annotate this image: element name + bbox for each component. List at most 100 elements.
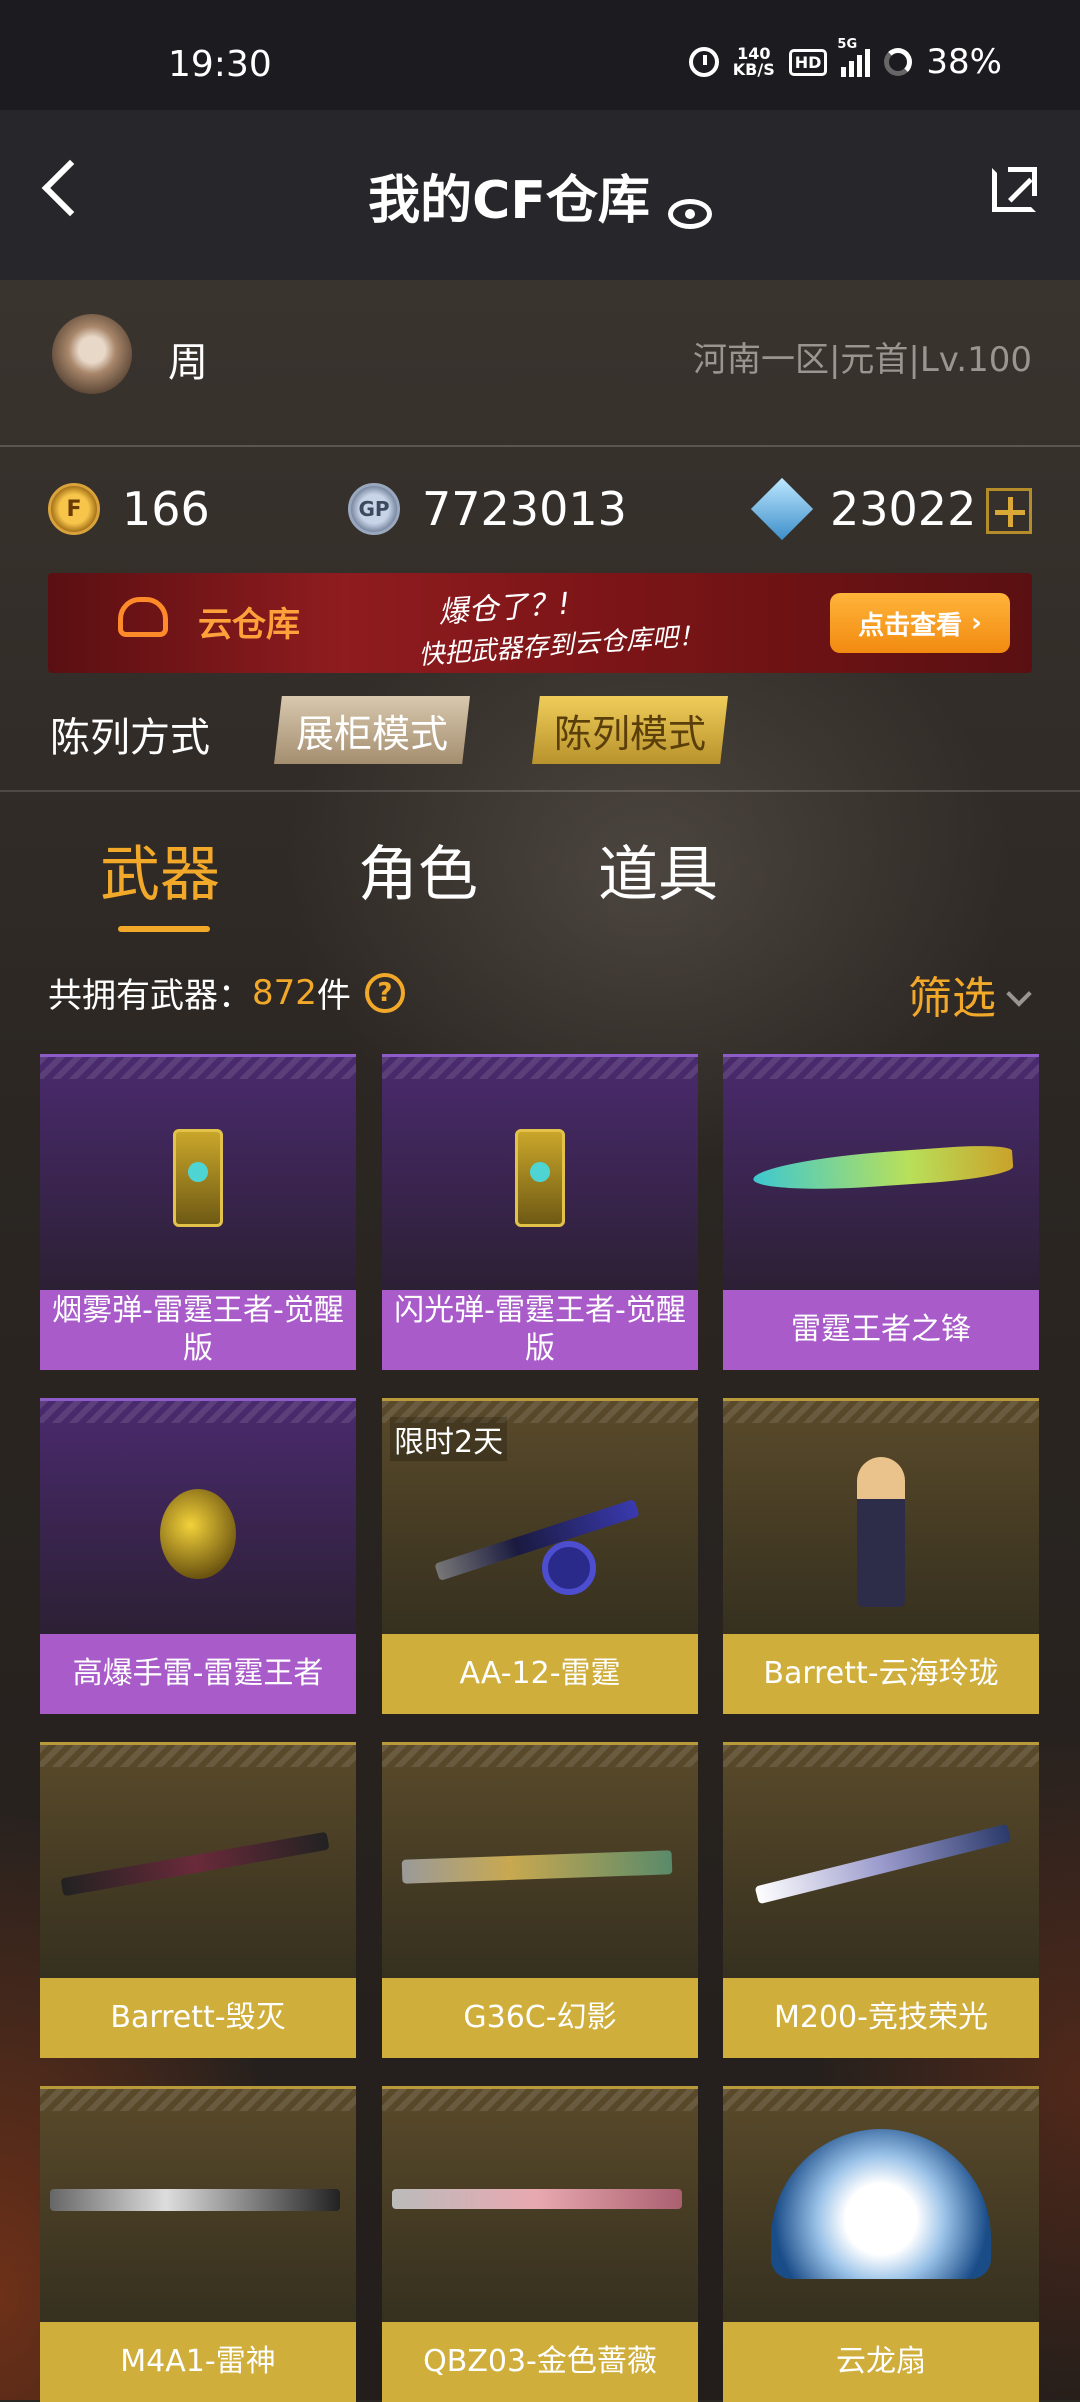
banner-label: 云仓库 bbox=[198, 605, 300, 645]
item-name: QBZ03-金色蔷薇 bbox=[382, 2322, 698, 2402]
item-art bbox=[40, 1054, 356, 1290]
status-icons: 140 KB/S HD 5G 38% bbox=[688, 37, 1002, 82]
status-bar: 19:30 140 KB/S HD 5G 38% bbox=[0, 0, 1080, 110]
alarm-icon bbox=[688, 47, 719, 77]
chevron-right-icon: › bbox=[962, 608, 982, 638]
item-card[interactable]: Barrett-云海玲珑 bbox=[723, 1398, 1039, 1714]
server-info: 河南一区|元首|Lv.100 bbox=[692, 340, 1032, 380]
item-art: 限时2天 bbox=[382, 1398, 698, 1634]
hd-icon: HD bbox=[788, 48, 828, 76]
item-name: 闪光弹-雷霆王者-觉醒版 bbox=[382, 1290, 698, 1370]
tab-characters[interactable]: 角色 bbox=[358, 826, 478, 913]
gp-value: 7723013 bbox=[422, 482, 627, 536]
item-card[interactable]: 高爆手雷-雷霆王者 bbox=[40, 1398, 356, 1714]
tab-items[interactable]: 道具 bbox=[598, 826, 718, 913]
net-speed-unit: KB/S bbox=[732, 60, 775, 79]
knife-icon bbox=[752, 1142, 1014, 1196]
profile-row: 周 河南一区|元首|Lv.100 bbox=[0, 280, 1080, 447]
view-button-label: 点击查看 bbox=[858, 610, 963, 641]
item-name: AA-12-雷霆 bbox=[382, 1634, 698, 1714]
list-mode-button[interactable]: 陈列模式 bbox=[532, 696, 728, 764]
item-name: 雷霆王者之锋 bbox=[723, 1290, 1039, 1370]
item-card[interactable]: Barrett-毁灭 bbox=[40, 1742, 356, 2058]
diamond-icon bbox=[750, 477, 814, 541]
item-name: Barrett-云海玲珑 bbox=[723, 1634, 1039, 1714]
item-name: 云龙扇 bbox=[723, 2322, 1039, 2402]
smoke-grenade-icon bbox=[173, 1129, 223, 1227]
he-grenade-icon bbox=[160, 1489, 236, 1579]
sniper-rifle-icon bbox=[60, 1831, 330, 1897]
battery-icon bbox=[884, 48, 913, 76]
item-art bbox=[723, 1742, 1039, 1978]
display-mode-label: 陈列方式 bbox=[50, 715, 210, 761]
character-icon bbox=[857, 1457, 905, 1607]
signal-icon: 5G bbox=[837, 37, 871, 77]
weapon-count-suffix: 件 bbox=[316, 976, 351, 1016]
time-limit-badge: 限时2天 bbox=[390, 1417, 508, 1461]
gallery-mode-button[interactable]: 展柜模式 bbox=[274, 696, 470, 764]
gp-points: GP 7723013 bbox=[348, 482, 627, 536]
diamond-value: 23022 bbox=[830, 482, 977, 536]
item-art bbox=[40, 2086, 356, 2322]
cloud-icon bbox=[118, 597, 168, 637]
help-icon[interactable]: ? bbox=[364, 972, 405, 1013]
share-icon[interactable] bbox=[992, 167, 1037, 212]
item-card[interactable]: 烟雾弹-雷霆王者-觉醒版 bbox=[40, 1054, 356, 1370]
cf-points-value: 166 bbox=[122, 482, 210, 536]
diamond-points: 23022 bbox=[750, 477, 977, 541]
item-name: Barrett-毁灭 bbox=[40, 1978, 356, 2058]
sniper-rifle-icon bbox=[754, 1823, 1012, 1905]
item-name: G36C-幻影 bbox=[382, 1978, 698, 2058]
add-currency-icon[interactable] bbox=[986, 488, 1032, 534]
weapon-count-number: 872 bbox=[252, 972, 317, 1013]
item-card[interactable]: G36C-幻影 bbox=[382, 1742, 698, 2058]
item-art bbox=[40, 1742, 356, 1978]
drum-magazine-icon bbox=[542, 1541, 596, 1595]
item-name: 烟雾弹-雷霆王者-觉醒版 bbox=[40, 1290, 356, 1370]
item-card[interactable]: 云龙扇 bbox=[723, 2086, 1039, 2402]
assault-rifle-icon bbox=[401, 1850, 673, 1884]
cf-points: F 166 bbox=[48, 482, 210, 536]
cloud-warehouse-banner[interactable]: 云仓库 爆仓了？! 快把武器存到云仓库吧！ 点击查看 › bbox=[48, 573, 1032, 673]
network-type: 5G bbox=[837, 37, 858, 52]
item-art bbox=[382, 2086, 698, 2322]
item-art bbox=[723, 2086, 1039, 2322]
item-name: M4A1-雷神 bbox=[40, 2322, 356, 2402]
item-card[interactable]: 雷霆王者之锋 bbox=[723, 1054, 1039, 1370]
assault-rifle-icon bbox=[392, 2189, 682, 2209]
chevron-down-icon bbox=[1006, 981, 1032, 1007]
fan-icon bbox=[771, 2129, 991, 2279]
item-art bbox=[723, 1398, 1039, 1634]
shotgun-icon bbox=[434, 1498, 640, 1582]
status-time: 19:30 bbox=[168, 44, 272, 85]
filter-label: 筛选 bbox=[908, 973, 996, 1024]
username: 周 bbox=[168, 340, 208, 386]
item-card[interactable]: QBZ03-金色蔷薇 bbox=[382, 2086, 698, 2402]
eye-icon[interactable] bbox=[667, 198, 712, 229]
item-card[interactable]: M4A1-雷神 bbox=[40, 2086, 356, 2402]
item-art bbox=[382, 1054, 698, 1290]
item-card[interactable]: 闪光弹-雷霆王者-觉醒版 bbox=[382, 1054, 698, 1370]
item-art bbox=[40, 1398, 356, 1634]
gp-icon: GP bbox=[348, 483, 400, 535]
item-name: 高爆手雷-雷霆王者 bbox=[40, 1634, 356, 1714]
item-art bbox=[723, 1054, 1039, 1290]
battery-level: 38% bbox=[926, 42, 1002, 82]
cf-coin-icon: F bbox=[48, 483, 100, 535]
view-button[interactable]: 点击查看 › bbox=[830, 593, 1010, 653]
page-title: 我的CF仓库 bbox=[368, 171, 650, 231]
weapon-count: 共拥有武器： 872 件 ? bbox=[48, 968, 405, 1017]
item-name: M200-竞技荣光 bbox=[723, 1978, 1039, 2058]
divider bbox=[0, 790, 1080, 792]
tab-weapons[interactable]: 武器 bbox=[100, 826, 220, 913]
currency-row: F 166 GP 7723013 23022 bbox=[0, 460, 1080, 560]
item-card[interactable]: 限时2天 AA-12-雷霆 bbox=[382, 1398, 698, 1714]
item-art bbox=[382, 1742, 698, 1978]
avatar[interactable] bbox=[52, 314, 132, 394]
net-speed: 140 KB/S bbox=[733, 46, 775, 78]
filter-button[interactable]: 筛选 bbox=[908, 962, 1032, 1026]
title-area: 我的CF仓库 bbox=[0, 158, 1080, 233]
item-card[interactable]: M200-竞技荣光 bbox=[723, 1742, 1039, 2058]
tab-underline bbox=[118, 926, 210, 932]
assault-rifle-icon bbox=[50, 2189, 340, 2211]
